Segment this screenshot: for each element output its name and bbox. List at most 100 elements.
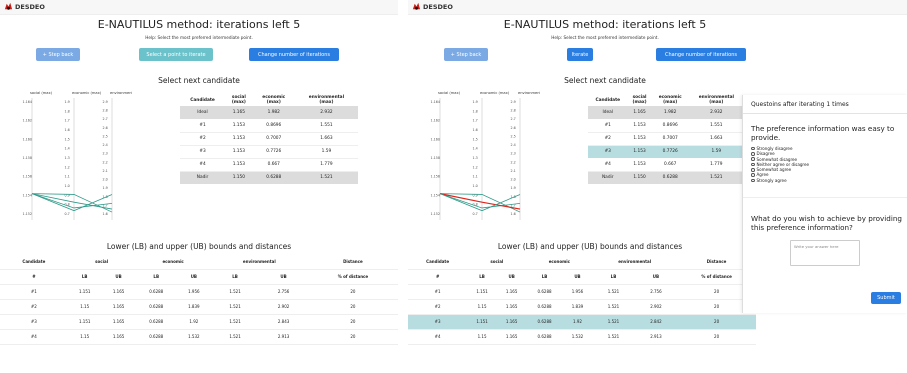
table-cell: 1.153	[627, 132, 652, 146]
sub-header: UB	[259, 269, 308, 285]
iterate-button[interactable]: Iterate	[567, 48, 593, 61]
change-iterations-button[interactable]: Change number of iterations	[249, 48, 339, 61]
desdeo-logo[interactable]: DESDEO	[412, 2, 453, 11]
radio-icon[interactable]	[751, 162, 755, 167]
tick-label: 2.5	[511, 134, 516, 138]
table-cell: 2.843	[259, 314, 308, 330]
table-cell: #4	[180, 158, 226, 172]
axis-label: environmental (max)	[110, 91, 132, 95]
desdeo-logo[interactable]: DESDEO	[4, 2, 45, 11]
table-cell: 1.839	[176, 299, 211, 315]
candidate-row[interactable]: #2 1.153 0.7007 1.663	[180, 132, 358, 146]
axis-label: social (max)	[30, 91, 53, 95]
bounds-table: Candidate social economic environmental Dist…	[408, 254, 756, 345]
candidate-row[interactable]: #2 1.153 0.7007 1.663	[588, 132, 744, 146]
candidate-row[interactable]: #1 1.153 0.8696 1.551	[588, 119, 744, 133]
candidate-row[interactable]: #3 1.153 0.7726 1.59	[588, 145, 744, 158]
sub-header: UB	[496, 269, 527, 285]
step-back-button[interactable]: + Step back	[36, 48, 80, 61]
radio-icon[interactable]	[751, 173, 755, 177]
candidate-row[interactable]: #1 1.153 0.8696 1.551	[180, 119, 358, 133]
table-cell: 1.165	[496, 329, 527, 345]
parallel-coordinates-chart[interactable]: social (max) economic (max) environmental …	[22, 90, 132, 225]
sub-header: #	[0, 269, 68, 285]
logo-icon	[4, 2, 13, 10]
candidate-row[interactable]: #4 1.153 0.667 1.779	[588, 158, 744, 172]
selected-candidate-line[interactable]	[439, 193, 521, 210]
table-cell: 0.6288	[135, 299, 177, 315]
column-header: environmental (max)	[308, 95, 345, 105]
table-cell: 1.92	[562, 314, 593, 330]
table-cell: 1.15	[467, 299, 497, 315]
tick-label: 2.1	[103, 169, 108, 173]
table-cell: 0.7726	[252, 145, 295, 159]
tick-label: 1.7	[65, 119, 70, 123]
column-header: economic (max)	[262, 95, 286, 105]
tick-label: 1.8	[65, 109, 70, 113]
radio-icon[interactable]	[751, 157, 755, 161]
table-cell: 1.779	[294, 158, 358, 172]
table-cell: 1.153	[225, 119, 253, 133]
table-cell: 1.839	[562, 299, 593, 315]
sub-header: UB	[562, 269, 593, 285]
table-cell: 0.8696	[651, 119, 689, 133]
radio-icon[interactable]	[751, 146, 755, 151]
table-cell: 1.551	[294, 119, 358, 133]
sub-header: LB	[67, 269, 102, 285]
brand-name: DESDEO	[423, 2, 453, 11]
tick-label: 1.154	[431, 193, 440, 197]
select-next-heading: Select next candidate	[564, 76, 646, 85]
answer-textarea[interactable]: Write your answer here	[790, 240, 860, 266]
tick-label: 1.1	[65, 175, 70, 179]
group-header: social	[467, 254, 527, 270]
sub-header: LB	[526, 269, 563, 285]
table-cell: 2.756	[259, 284, 308, 300]
change-iterations-button[interactable]: Change number of iterations	[656, 48, 746, 61]
tick-label: 1.162	[23, 119, 32, 123]
tick-label: 1.156	[23, 175, 32, 179]
table-cell: 0.667	[252, 158, 295, 172]
tick-label: 1.3	[65, 156, 70, 160]
table-cell: 0.7007	[252, 132, 295, 146]
table-cell: 20	[677, 314, 756, 330]
likert-option[interactable]: Strongly agree	[751, 178, 809, 183]
table-cell: 0.6288	[526, 284, 563, 300]
table-cell: #3	[180, 145, 226, 159]
radio-icon[interactable]	[751, 168, 755, 172]
tick-label: 1.5	[65, 137, 70, 141]
help-text: Help: Select the most preferred intermed…	[551, 35, 659, 40]
group-header: Candidate	[408, 254, 468, 270]
table-cell: 20	[677, 329, 756, 345]
table-cell: #2	[588, 132, 628, 146]
tick-label: 1.6	[103, 212, 108, 216]
candidate-row[interactable]: #4 1.153 0.667 1.779	[180, 158, 358, 172]
table-cell: 1.532	[562, 329, 593, 345]
radio-icon[interactable]	[751, 152, 755, 156]
option-label: Strongly agree	[756, 177, 787, 183]
tick-label: 2.9	[511, 100, 516, 104]
radio-icon[interactable]	[751, 178, 755, 183]
tick-label: 2.7	[103, 117, 108, 121]
survey-question-goal: What do you wish to achieve by providing…	[751, 214, 902, 232]
tick-label: 1.2	[473, 165, 478, 169]
select-point-button[interactable]: Select a point to iterate	[139, 48, 213, 61]
step-back-button[interactable]: + Step back	[444, 48, 488, 61]
table-cell: #3	[0, 314, 68, 330]
table-cell: 1.521	[210, 314, 260, 330]
candidate-row[interactable]: #3 1.153 0.7726 1.59	[180, 145, 358, 159]
sub-header: UB	[634, 269, 678, 285]
page-title: E-NAUTILUS method: iterations left 5	[97, 18, 301, 31]
table-cell: 0.6288	[526, 314, 563, 330]
table-cell: 1.59	[294, 145, 358, 159]
parallel-coordinates-chart[interactable]: social (max) economic (max) environmental …	[430, 90, 540, 225]
table-row: #3 1.151 1.165 0.6288 1.92 1.521 2.843 20	[0, 314, 398, 330]
candidate-line[interactable]	[31, 193, 113, 210]
group-header-row: Candidate social economic environmental Dist…	[408, 254, 756, 270]
logo-icon	[412, 2, 421, 10]
submit-button[interactable]: Submit	[871, 292, 901, 304]
sub-header: LB	[592, 269, 635, 285]
left-screen: DESDEO E-NAUTILUS method: iterations lef…	[0, 0, 398, 373]
top-bar: DESDEO	[0, 0, 398, 15]
tick-label: 1.9	[511, 186, 516, 190]
table-cell: #1	[408, 284, 468, 300]
